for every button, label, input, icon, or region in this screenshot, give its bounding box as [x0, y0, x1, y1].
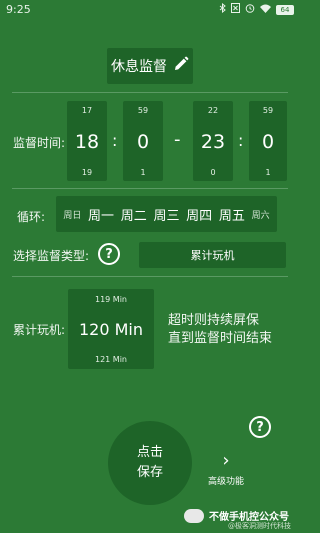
play-time-label: 累计玩机: — [13, 323, 66, 337]
pencil-icon — [173, 56, 189, 76]
wifi-icon — [260, 4, 271, 16]
weekday-selector: 周日 周一 周二 周三 周四 周五 周六 — [56, 196, 277, 232]
day-thursday[interactable]: 周四 — [186, 205, 212, 224]
status-icons: 64 — [219, 2, 294, 16]
status-time: 9:25 — [6, 3, 31, 16]
time-range-dash: - — [174, 129, 181, 150]
advanced-button[interactable]: › 高级功能 — [202, 450, 250, 487]
timeout-hint: 超时则持续屏保 直到监督时间结束 — [168, 312, 272, 348]
question-circle-icon[interactable]: ? — [98, 243, 120, 265]
start-minute-next: 1 — [140, 168, 146, 177]
play-time-prev: 119 Min — [94, 295, 127, 304]
time-colon: : — [112, 131, 118, 150]
play-time-value: 120 Min — [78, 320, 143, 339]
start-hour-picker[interactable]: 17 18 19 — [67, 101, 107, 181]
start-hour-next: 19 — [81, 168, 93, 177]
alarm-icon — [245, 3, 255, 16]
save-label-line2: 保存 — [136, 465, 163, 480]
monitor-type-select[interactable]: 累计玩机 — [139, 242, 286, 268]
start-minute-picker[interactable]: 59 0 1 — [123, 101, 163, 181]
end-hour-value: 23 — [200, 130, 226, 153]
end-hour-prev: 22 — [207, 106, 219, 115]
cycle-label: 循环: — [17, 210, 46, 224]
play-time-picker[interactable]: 119 Min 120 Min 121 Min — [68, 289, 154, 369]
day-saturday[interactable]: 周六 — [252, 208, 270, 221]
wechat-icon — [184, 508, 204, 523]
day-friday[interactable]: 周五 — [219, 205, 245, 224]
timeout-hint-line1: 超时则持续屏保 — [168, 313, 260, 328]
divider — [12, 92, 288, 93]
advanced-label: 高级功能 — [207, 477, 244, 487]
sim-icon — [231, 3, 240, 16]
end-minute-value: 0 — [261, 130, 275, 153]
timeout-hint-line2: 直到监督时间结束 — [168, 331, 273, 346]
end-minute-picker[interactable]: 59 0 1 — [249, 101, 287, 181]
monitor-type-value: 累计玩机 — [190, 249, 235, 262]
start-hour-prev: 17 — [81, 106, 93, 115]
day-sunday[interactable]: 周日 — [63, 208, 81, 221]
save-button[interactable]: 点击 保存 — [108, 421, 192, 505]
end-hour-picker[interactable]: 22 23 0 — [193, 101, 233, 181]
monitor-type-label: 选择监督类型: — [13, 249, 90, 263]
start-hour-value: 18 — [74, 130, 100, 153]
monitor-time-label: 监督时间: — [13, 136, 66, 150]
bluetooth-icon — [219, 2, 226, 16]
watermark-subtitle: @极客洞测时代科技 — [228, 522, 291, 530]
start-minute-prev: 59 — [137, 106, 149, 115]
play-time-next: 121 Min — [94, 355, 127, 364]
end-minute-next: 1 — [265, 168, 271, 177]
chevron-right-icon: › — [222, 450, 230, 471]
title-button[interactable]: 休息监督 — [107, 48, 193, 84]
save-label-line1: 点击 — [136, 445, 163, 460]
day-wednesday[interactable]: 周三 — [153, 205, 179, 224]
end-hour-next: 0 — [210, 168, 216, 177]
day-monday[interactable]: 周一 — [88, 205, 114, 224]
day-tuesday[interactable]: 周二 — [121, 205, 147, 224]
question-circle-icon[interactable]: ? — [249, 416, 271, 438]
divider — [12, 276, 288, 277]
status-bar: 9:25 64 — [0, 0, 300, 20]
divider — [12, 188, 288, 189]
end-minute-prev: 59 — [262, 106, 274, 115]
start-minute-value: 0 — [136, 130, 150, 153]
time-colon: : — [238, 131, 244, 150]
battery-icon: 64 — [276, 4, 294, 15]
title-label: 休息监督 — [111, 59, 167, 75]
